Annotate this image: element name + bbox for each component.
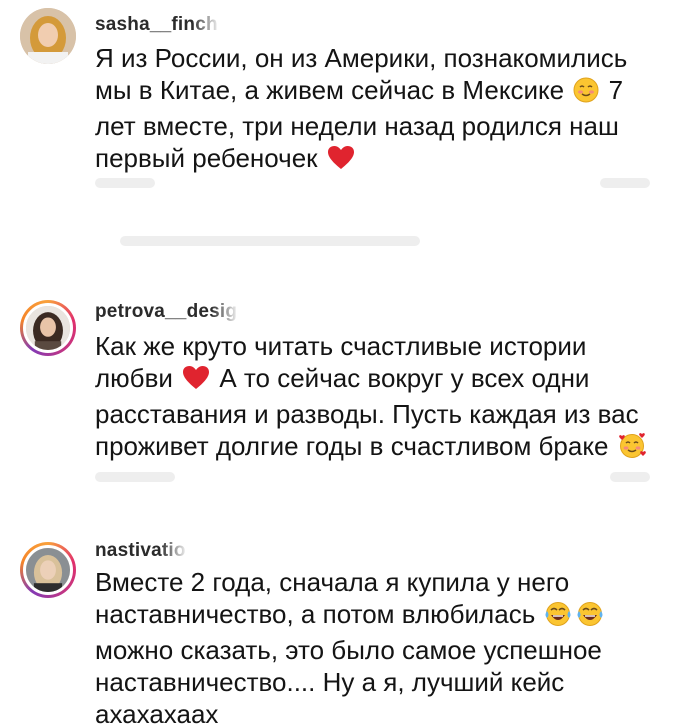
comment-meta-placeholder (610, 472, 650, 482)
username-fade (159, 540, 200, 562)
smiling-face-with-hearts-emoji-icon (618, 431, 646, 466)
avatar[interactable] (20, 542, 76, 598)
username-fade (211, 301, 252, 323)
username[interactable]: sasha__finch (95, 14, 232, 36)
view-replies-placeholder (120, 236, 420, 246)
red-heart-emoji-icon (327, 145, 355, 178)
comment-text: Я из России, он из Америки, познакомилис… (95, 42, 655, 178)
avatar-photo-icon (26, 548, 70, 592)
avatar[interactable] (20, 300, 76, 356)
comment-meta-placeholder (95, 178, 155, 188)
comment-meta-placeholder (600, 178, 650, 188)
comment-text-part: можно сказать, это было самое успешное н… (95, 635, 602, 727)
tears-of-joy-emoji-icon (576, 601, 604, 634)
avatar-photo-icon (26, 306, 70, 350)
smiling-blush-emoji-icon (573, 77, 599, 110)
comment-text: Вместе 2 года, сначала я купила у него н… (95, 566, 655, 727)
comment-text-part: Вместе 2 года, сначала я купила у него н… (95, 567, 570, 629)
comment-text: Как же круто читать счастливые истории л… (95, 330, 655, 466)
username-fade (191, 14, 232, 36)
avatar-photo-icon (20, 8, 76, 64)
tears-of-joy-emoji-icon (544, 601, 572, 634)
comment-meta-placeholder (95, 472, 175, 482)
comment-text-part: Я из России, он из Америки, познакомилис… (95, 43, 628, 105)
avatar[interactable] (20, 8, 76, 64)
red-heart-emoji-icon (182, 365, 210, 398)
username[interactable]: nastivatio (95, 540, 200, 562)
username[interactable]: petrova__desig (95, 301, 252, 323)
